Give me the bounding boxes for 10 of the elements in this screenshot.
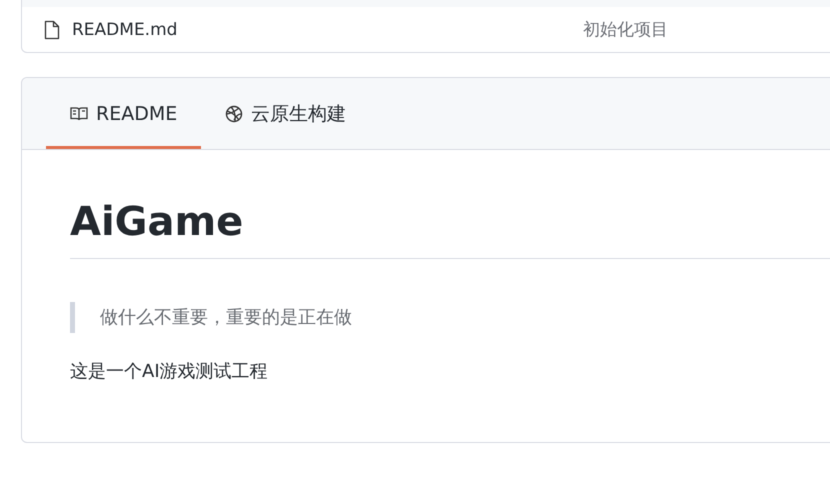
file-icon xyxy=(44,20,60,40)
tab[interactable]: 云原生构建 xyxy=(201,78,370,149)
commit-message: 初始化项目 xyxy=(583,19,668,41)
book-icon xyxy=(70,106,88,122)
ball-icon xyxy=(225,104,244,122)
readme-paragraph: 这是一个AI游戏测试工程 xyxy=(70,360,269,383)
blockquote: 做什么不重要，重要的是正在做 xyxy=(70,302,830,333)
readme-title: AiGame xyxy=(70,198,830,259)
file-name[interactable]: README.md xyxy=(72,20,583,40)
tab[interactable]: README xyxy=(46,78,202,149)
